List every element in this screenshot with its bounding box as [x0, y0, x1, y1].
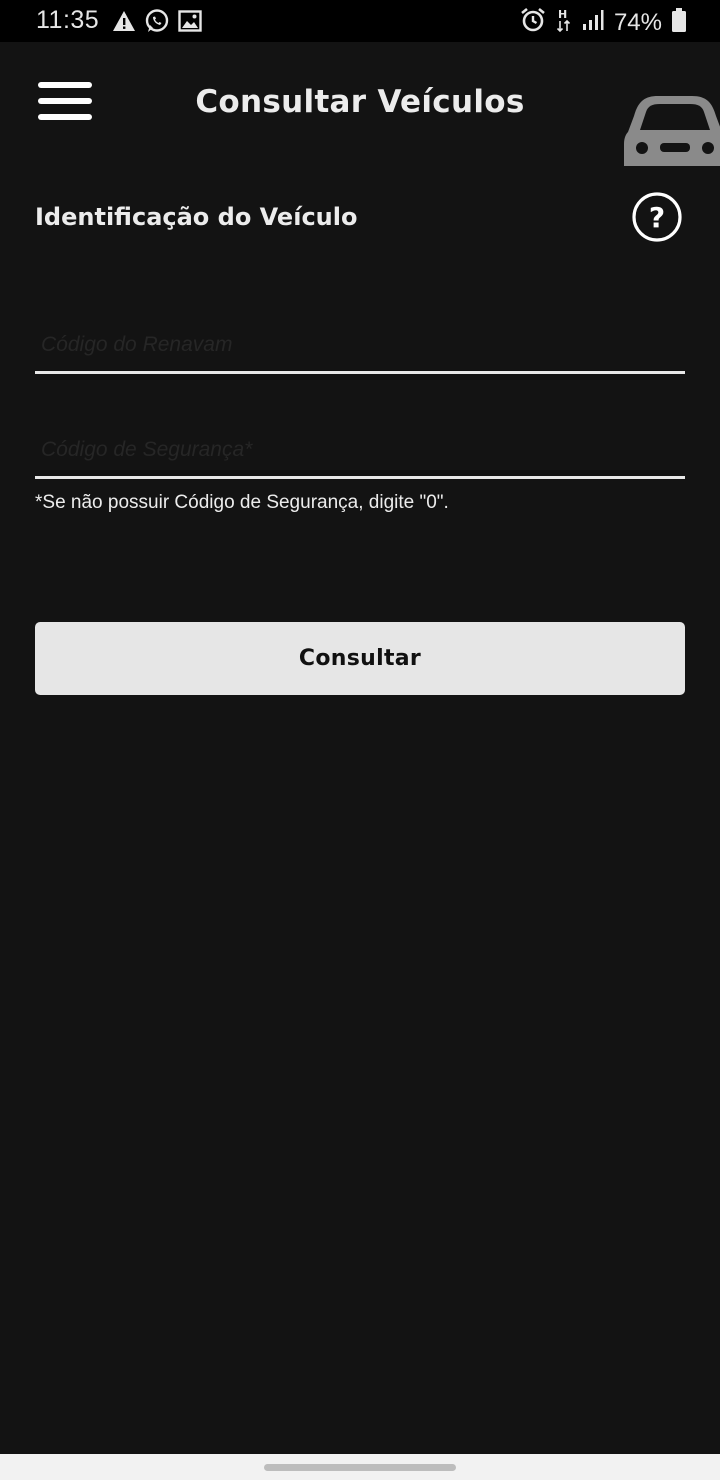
home-gesture-handle[interactable]: [264, 1464, 456, 1471]
status-bar: 11:35 H 74%: [0, 0, 720, 42]
whatsapp-icon: [144, 8, 170, 39]
battery-icon: [672, 8, 686, 37]
svg-text:?: ?: [649, 201, 665, 234]
status-notification-icons: [112, 8, 202, 39]
warning-icon: [112, 10, 136, 37]
status-system-icons: H 74%: [520, 7, 686, 38]
alarm-icon: [520, 7, 546, 38]
signal-icon: [582, 9, 604, 36]
question-circle-icon: ?: [632, 192, 682, 246]
data-h-icon: H: [556, 7, 572, 38]
app-screen: 11:35 H 74% Consultar Veículos Identific…: [0, 0, 720, 1480]
image-icon: [178, 10, 202, 37]
car-icon: [622, 92, 720, 166]
section-title: Identificação do Veículo: [35, 203, 358, 231]
help-button[interactable]: ?: [632, 192, 682, 242]
navigation-bar: [0, 1454, 720, 1480]
battery-percentage: 74%: [613, 8, 662, 36]
svg-text:H: H: [558, 8, 567, 21]
consultar-button[interactable]: Consultar: [35, 622, 685, 695]
security-code-input[interactable]: [35, 423, 685, 479]
page-title: Consultar Veículos: [195, 84, 525, 120]
renavam-input[interactable]: [35, 318, 685, 374]
status-time: 11:35: [36, 6, 100, 34]
security-code-hint: *Se não possuir Código de Segurança, dig…: [35, 492, 449, 513]
